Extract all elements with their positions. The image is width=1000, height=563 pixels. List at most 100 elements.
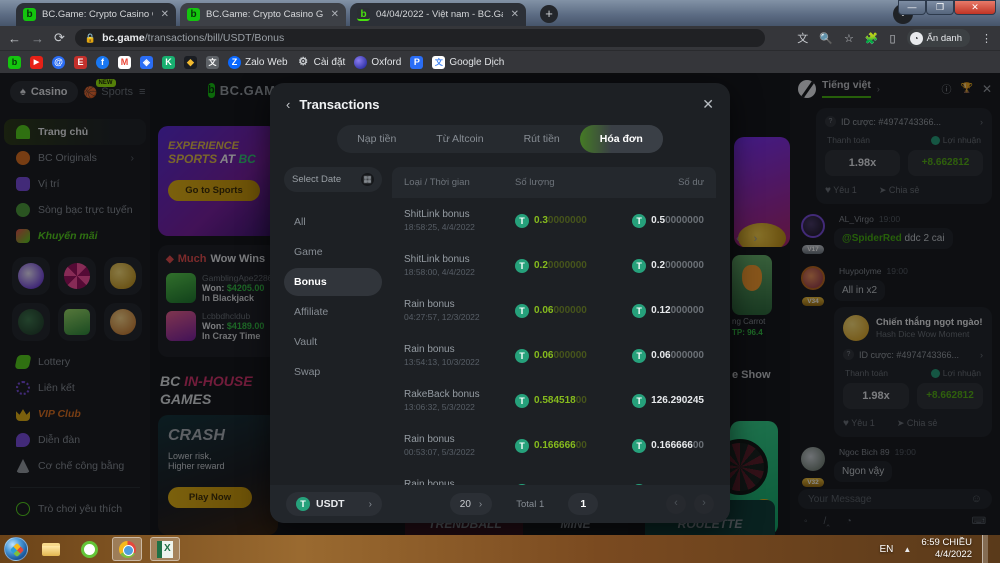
incognito-badge[interactable]: ◔ Ẩn danh xyxy=(907,29,970,47)
tx-amount: 0.2 xyxy=(534,260,548,271)
modal-title: Transactions xyxy=(299,97,379,112)
bcgame-page: ♠ Casino NEW 🏀 Sports ≡ Trang chủ BC Ori… xyxy=(0,73,1000,535)
bookmark-bcgame[interactable]: b xyxy=(8,56,21,69)
bookmark-dictionary[interactable]: E xyxy=(74,56,87,69)
next-page-button[interactable]: › xyxy=(694,494,714,514)
zoom-icon[interactable]: 🔍 xyxy=(819,32,833,45)
bookmark-mail[interactable]: @ xyxy=(52,56,65,69)
reload-icon[interactable]: ⟳ xyxy=(54,30,65,46)
forward-icon[interactable]: → xyxy=(31,31,44,46)
taskbar-excel[interactable] xyxy=(150,537,180,561)
page-size-selector[interactable]: 20 › xyxy=(450,493,492,515)
new-tab-button[interactable]: + xyxy=(540,5,558,23)
filter-vault[interactable]: Vault xyxy=(284,328,382,356)
prev-page-button[interactable]: ‹ xyxy=(666,494,686,514)
current-page[interactable]: 1 xyxy=(568,493,598,515)
browser-tabstrip: b BC.Game: Crypto Casino Games ✕ b BC.Ga… xyxy=(0,0,1000,26)
table-row: ShitLink bonus18:58:25, 4/4/2022 T0.3000… xyxy=(392,198,716,243)
usdt-coin-icon: T xyxy=(515,304,529,318)
translate-icon[interactable]: 文 xyxy=(797,30,808,46)
window-maximize-button[interactable]: ❐ xyxy=(926,0,954,15)
window-minimize-button[interactable]: — xyxy=(898,0,926,15)
tab-withdraw[interactable]: Rút tiền xyxy=(504,125,580,153)
bookmark-binance[interactable]: ◆ xyxy=(184,56,197,69)
tx-amount-zeros: 000000 xyxy=(553,305,586,316)
currency-selector[interactable]: T USDT › xyxy=(286,492,382,516)
taskbar-explorer[interactable] xyxy=(36,537,66,561)
tab-bill[interactable]: Hóa đơn xyxy=(580,125,663,153)
filter-swap[interactable]: Swap xyxy=(284,358,382,386)
table-header: Loại / Thời gian Số lượng Số dư xyxy=(392,167,716,198)
bcgame-icon: b xyxy=(8,56,21,69)
translate-icon: 文 xyxy=(206,56,219,69)
usdt-coin-icon: T xyxy=(515,349,529,363)
transactions-modal: ‹ Transactions ✕ Nạp tiền Từ Altcoin Rút… xyxy=(270,83,730,523)
browser-toolbar: ← → ⟳ 🔒 bc.game/transactions/bill/USDT/B… xyxy=(0,26,1000,50)
back-chevron-icon[interactable]: ‹ xyxy=(286,97,290,112)
bookmark-share[interactable]: ◈ xyxy=(140,56,153,69)
tab-close-icon[interactable]: ✕ xyxy=(511,9,519,20)
tab-from-altcoin[interactable]: Từ Altcoin xyxy=(416,125,503,153)
taskbar-clock[interactable]: 6:59 CHIỀU 4/4/2022 xyxy=(921,537,972,561)
window-close-button[interactable]: ✕ xyxy=(954,0,996,15)
screen: b BC.Game: Crypto Casino Games ✕ b BC.Ga… xyxy=(0,0,1000,563)
back-icon[interactable]: ← xyxy=(8,31,21,46)
taskbar-chrome[interactable] xyxy=(112,537,142,561)
table-row: Rain bonus04:27:57, 12/3/2022 T0.0600000… xyxy=(392,288,716,333)
taskbar-coccoc[interactable] xyxy=(74,537,104,561)
tab-title: BC.Game: Crypto Casino Games xyxy=(42,9,153,20)
browser-tab-3[interactable]: b 04/04/2022 - Việt nam - BC.Gam ✕ xyxy=(350,3,526,26)
tx-time: 13:54:13, 10/3/2022 xyxy=(404,357,515,367)
bookmark-settings[interactable]: ⚙Cài đặt xyxy=(297,56,346,69)
tab-close-icon[interactable]: ✕ xyxy=(331,9,339,20)
bookmark-google-translate[interactable]: 文Google Dịch xyxy=(432,56,504,69)
address-bar[interactable]: 🔒 bc.game/transactions/bill/USDT/Bonus xyxy=(75,29,765,47)
tx-type: Rain bonus xyxy=(404,434,515,445)
bookmark-k[interactable]: K xyxy=(162,56,175,69)
tx-balance: 0.2 xyxy=(651,260,665,271)
filter-bonus[interactable]: Bonus xyxy=(284,268,382,296)
filter-all[interactable]: All xyxy=(284,208,382,236)
tab-deposit[interactable]: Nạp tiền xyxy=(337,125,416,153)
bookmark-zalo[interactable]: ZZalo Web xyxy=(228,56,288,69)
col-type-time: Loại / Thời gian xyxy=(404,177,515,188)
tab-title: BC.Game: Crypto Casino Games xyxy=(206,9,323,20)
currency-label: USDT xyxy=(316,498,345,510)
filter-game[interactable]: Game xyxy=(284,238,382,266)
browser-tab-1[interactable]: b BC.Game: Crypto Casino Games ✕ xyxy=(16,3,176,26)
filter-affiliate[interactable]: Affiliate xyxy=(284,298,382,326)
usdt-coin-icon: T xyxy=(632,259,646,273)
tx-balance: 0.06 xyxy=(651,350,670,361)
tx-time: 04:27:57, 12/3/2022 xyxy=(404,312,515,322)
language-indicator[interactable]: EN xyxy=(879,544,893,555)
tx-amount: 0.3 xyxy=(534,215,548,226)
bookmark-gmail[interactable]: M xyxy=(118,56,131,69)
tx-amount-zeros: 000000 xyxy=(553,350,586,361)
show-desktop-button[interactable] xyxy=(982,535,988,563)
usdt-coin-icon: T xyxy=(632,349,646,363)
menu-dots-icon[interactable]: ⋮ xyxy=(981,32,992,45)
usdt-coin-icon: T xyxy=(515,259,529,273)
bookmark-oxford[interactable]: ●Oxford xyxy=(354,56,401,69)
excel-icon xyxy=(157,541,173,558)
start-button[interactable] xyxy=(4,537,28,561)
tx-time: 18:58:00, 4/4/2022 xyxy=(404,267,515,277)
bookmark-facebook[interactable]: f xyxy=(96,56,109,69)
tab-close-icon[interactable]: ✕ xyxy=(161,9,169,20)
tx-amount: 0.06 xyxy=(534,350,553,361)
tx-balance: 0.12 xyxy=(651,305,670,316)
table-row: ShitLink bonus18:58:00, 4/4/2022 T0.2000… xyxy=(392,243,716,288)
browser-tab-2[interactable]: b BC.Game: Crypto Casino Games ✕ xyxy=(180,3,346,26)
bookmark-star-icon[interactable]: ☆ xyxy=(844,32,854,45)
bookmark-p[interactable]: P xyxy=(410,56,423,69)
modal-close-icon[interactable]: ✕ xyxy=(702,96,714,113)
tx-time: 00:53:07, 5/3/2022 xyxy=(404,447,515,457)
bookmark-translate[interactable]: 文 xyxy=(206,56,219,69)
incognito-label: Ẩn danh xyxy=(927,33,962,44)
select-date-button[interactable]: Select Date ▦ xyxy=(284,167,382,192)
e-icon: E xyxy=(74,56,87,69)
bookmark-youtube[interactable]: ▶ xyxy=(30,56,43,69)
side-panel-icon[interactable]: ▯ xyxy=(890,32,896,45)
extensions-puzzle-icon[interactable]: 🧩 xyxy=(865,32,879,45)
tray-expand-icon[interactable]: ▲ xyxy=(903,545,911,554)
